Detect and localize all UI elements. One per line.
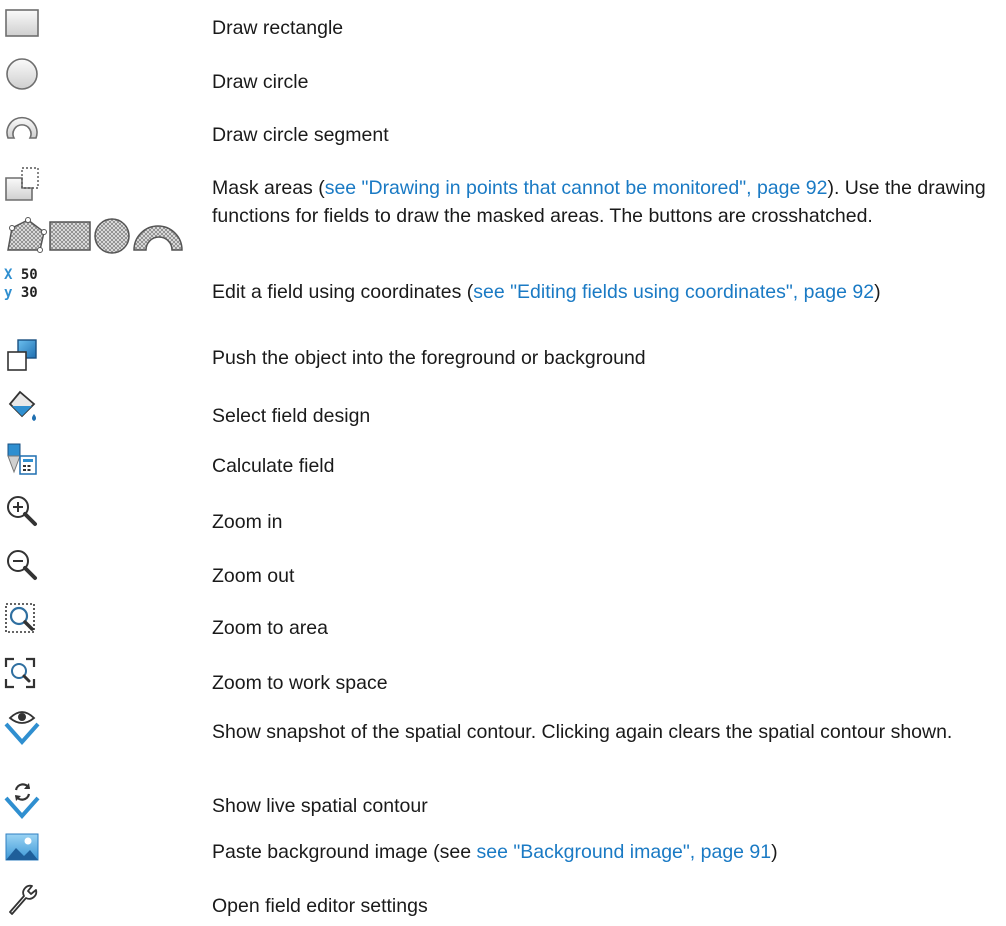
- snapshot-contour-text: Show snapshot of the spatial contour. Cl…: [212, 721, 953, 743]
- select-field-design-text: Select field design: [212, 405, 371, 427]
- draw-circle-segment-text: Draw circle segment: [212, 124, 389, 146]
- draw-rectangle-text: Draw rectangle: [212, 17, 344, 39]
- zoom-out-text: Zoom out: [212, 565, 295, 587]
- coordinates-x-label: X 50: [4, 267, 38, 283]
- push-object-text: Push the object into the foreground or b…: [212, 347, 646, 369]
- crosshatched-buttons-icons: [4, 212, 186, 261]
- zoom-area-text: Zoom to area: [212, 617, 328, 639]
- eye-contour-icon[interactable]: [4, 706, 42, 746]
- mask-areas-icon[interactable]: [4, 166, 42, 202]
- link-editing-coordinates[interactable]: see "Editing fields using coordinates", …: [473, 281, 874, 303]
- circle-segment-icon[interactable]: [4, 110, 40, 142]
- zoom-workspace-icon[interactable]: [4, 657, 40, 691]
- wrench-icon[interactable]: [4, 882, 40, 916]
- mask-areas-text: Mask areas (see "Drawing in points that …: [212, 177, 986, 227]
- live-contour-text: Show live spatial contour: [212, 795, 428, 817]
- zoom-area-icon[interactable]: [4, 602, 40, 636]
- zoom-in-icon[interactable]: [4, 494, 40, 528]
- coordinates-y-label: y 30: [4, 285, 38, 301]
- bring-to-front-icon[interactable]: [4, 338, 40, 372]
- editor-settings-text: Open field editor settings: [212, 895, 428, 917]
- paint-bucket-icon[interactable]: [4, 388, 42, 422]
- calculator-icon[interactable]: [4, 442, 40, 476]
- draw-circle-text: Draw circle: [212, 71, 309, 93]
- zoom-workspace-text: Zoom to work space: [212, 672, 388, 694]
- circle-icon[interactable]: [4, 57, 40, 91]
- zoom-out-icon[interactable]: [4, 548, 40, 582]
- link-background-image[interactable]: see "Background image", page 91: [477, 841, 772, 863]
- image-icon[interactable]: [4, 832, 40, 862]
- live-contour-icon[interactable]: [4, 780, 42, 820]
- zoom-in-text: Zoom in: [212, 511, 283, 533]
- background-image-text: Paste background image (see see "Backgro…: [212, 841, 778, 863]
- rectangle-icon[interactable]: [4, 8, 40, 38]
- coordinates-icon[interactable]: X 50 y 30: [4, 266, 44, 306]
- edit-coordinates-text: Edit a field using coordinates (see "Edi…: [212, 281, 881, 303]
- calculate-field-text: Calculate field: [212, 455, 335, 477]
- link-drawing-points[interactable]: see "Drawing in points that cannot be mo…: [325, 177, 828, 199]
